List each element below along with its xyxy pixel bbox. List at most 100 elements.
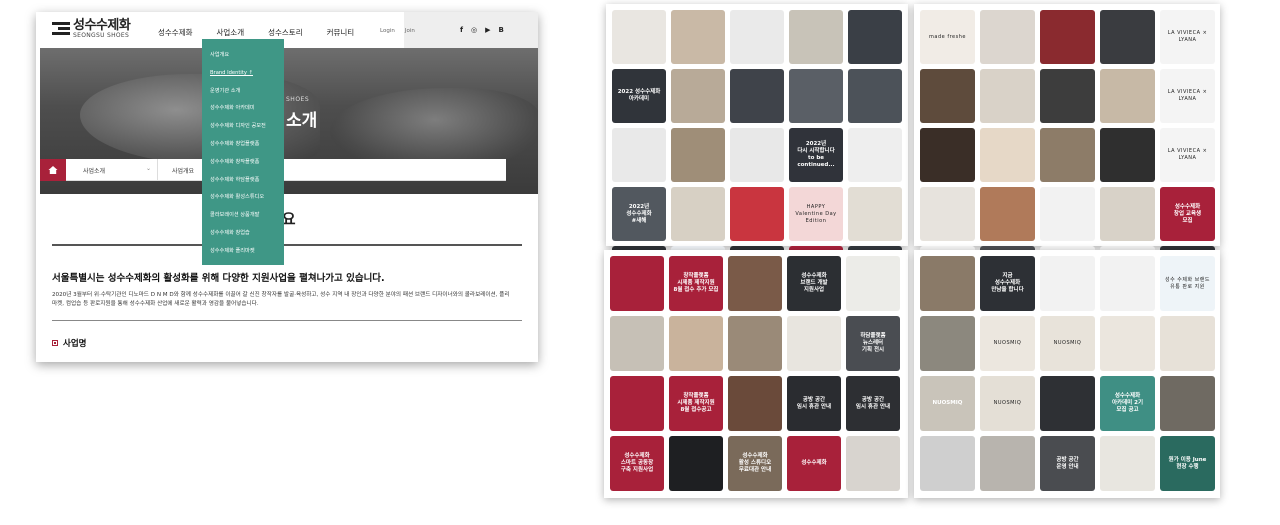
- post-thumbnail[interactable]: [612, 128, 666, 182]
- post-thumbnail[interactable]: LA VIVIECA × LYANA: [1160, 128, 1215, 182]
- site-logo[interactable]: 성수수제화 SEONGSU SHOES: [52, 19, 131, 39]
- post-thumbnail[interactable]: [980, 436, 1035, 491]
- post-thumbnail[interactable]: [848, 187, 902, 241]
- post-thumbnail[interactable]: [1040, 376, 1095, 431]
- post-thumbnail[interactable]: [730, 187, 784, 241]
- post-thumbnail[interactable]: 지금 성수수제화 만남을 합니다: [980, 256, 1035, 311]
- post-thumbnail[interactable]: LA VIVIECA × LYANA: [1160, 69, 1215, 123]
- post-thumbnail[interactable]: 성수 수제화 브랜드 유통 판로 지원: [1160, 256, 1215, 311]
- nav-item-story[interactable]: 성수스토리: [268, 27, 303, 38]
- post-thumbnail[interactable]: [610, 256, 664, 311]
- nav-item-seongsu[interactable]: 성수수제화: [158, 27, 193, 38]
- post-thumbnail[interactable]: [612, 10, 666, 64]
- post-thumbnail[interactable]: [669, 316, 723, 371]
- post-thumbnail[interactable]: NUOSMIQ: [980, 376, 1035, 431]
- post-thumbnail[interactable]: [1040, 187, 1095, 241]
- post-thumbnail[interactable]: [920, 69, 975, 123]
- dropdown-item[interactable]: 성수수제화 하담플랫폼: [202, 172, 284, 190]
- post-thumbnail[interactable]: NUOSMIQ: [1040, 316, 1095, 371]
- post-thumbnail[interactable]: [671, 69, 725, 123]
- dropdown-item[interactable]: 성수수제화 창작플랫폼: [202, 154, 284, 172]
- post-thumbnail[interactable]: [789, 10, 843, 64]
- dropdown-item[interactable]: 성수수제화 디자인 공모전: [202, 118, 284, 136]
- post-thumbnail[interactable]: [1040, 10, 1095, 64]
- post-thumbnail[interactable]: [1040, 69, 1095, 123]
- post-thumbnail[interactable]: [671, 10, 725, 64]
- dropdown-item[interactable]: 성수수제화 활성스튜디오: [202, 189, 284, 207]
- dropdown-item[interactable]: 성수수제화 플리마켓: [202, 243, 284, 261]
- post-thumbnail[interactable]: 공방 공간 임시 휴관 안내: [787, 376, 841, 431]
- post-thumbnail[interactable]: 성수수제화 브랜드 개발 지원사업: [787, 256, 841, 311]
- dropdown-item[interactable]: 운영기관 소개: [202, 83, 284, 101]
- post-thumbnail[interactable]: [1100, 10, 1155, 64]
- post-thumbnail[interactable]: [728, 376, 782, 431]
- post-thumbnail[interactable]: [920, 436, 975, 491]
- post-thumbnail[interactable]: [848, 128, 902, 182]
- post-thumbnail[interactable]: [1100, 69, 1155, 123]
- dropdown-item[interactable]: 콜라보레이션 상품개발: [202, 207, 284, 225]
- facebook-icon[interactable]: f: [460, 26, 463, 34]
- dropdown-item[interactable]: 성수수제화 창업플랫폼: [202, 136, 284, 154]
- post-thumbnail[interactable]: made freshe: [920, 10, 975, 64]
- post-thumbnail[interactable]: [1160, 376, 1215, 431]
- post-thumbnail[interactable]: [1100, 256, 1155, 311]
- post-thumbnail[interactable]: [610, 376, 664, 431]
- post-thumbnail[interactable]: [671, 187, 725, 241]
- post-thumbnail[interactable]: 성수수제화 스마트 공동장 구축 지원사업: [610, 436, 664, 491]
- depth1-select[interactable]: 사업소개 ⌄: [66, 159, 158, 181]
- post-thumbnail[interactable]: HAPPY Valentine Day Edition: [789, 187, 843, 241]
- post-thumbnail[interactable]: [730, 69, 784, 123]
- post-thumbnail[interactable]: 2022년 다시 시작합니다 to be continued...: [789, 128, 843, 182]
- post-thumbnail[interactable]: [980, 128, 1035, 182]
- post-thumbnail[interactable]: 창작플랫폼 시제품 제작지원 8월 접수공고: [669, 376, 723, 431]
- post-thumbnail[interactable]: [1040, 256, 1095, 311]
- post-thumbnail[interactable]: [980, 10, 1035, 64]
- post-thumbnail[interactable]: [846, 256, 900, 311]
- post-thumbnail[interactable]: [1160, 316, 1215, 371]
- post-thumbnail[interactable]: [1100, 316, 1155, 371]
- post-thumbnail[interactable]: 공방 공간 임시 휴관 안내: [846, 376, 900, 431]
- post-thumbnail[interactable]: 성수수제화 활성 스튜디오 무료대관 안내: [728, 436, 782, 491]
- post-thumbnail[interactable]: [728, 256, 782, 311]
- post-thumbnail[interactable]: 성수수제화: [787, 436, 841, 491]
- post-thumbnail[interactable]: [920, 187, 975, 241]
- login-link[interactable]: Login: [380, 28, 395, 34]
- depth2-select[interactable]: 사업개요: [158, 159, 194, 180]
- post-thumbnail[interactable]: [1040, 128, 1095, 182]
- dropdown-item[interactable]: 사업개요: [202, 47, 284, 65]
- join-link[interactable]: Join: [405, 28, 415, 34]
- post-thumbnail[interactable]: [980, 187, 1035, 241]
- nav-item-business[interactable]: 사업소개: [217, 27, 245, 38]
- post-thumbnail[interactable]: [787, 316, 841, 371]
- post-thumbnail[interactable]: [789, 69, 843, 123]
- post-thumbnail[interactable]: [671, 128, 725, 182]
- post-thumbnail[interactable]: [848, 69, 902, 123]
- post-thumbnail[interactable]: [730, 10, 784, 64]
- post-thumbnail[interactable]: [920, 256, 975, 311]
- post-thumbnail[interactable]: [846, 436, 900, 491]
- post-thumbnail[interactable]: [1100, 436, 1155, 491]
- post-thumbnail[interactable]: 2022년 성수수제화 #새해: [612, 187, 666, 241]
- post-thumbnail[interactable]: 하담플랫폼 뉴스레터 기획 전시: [846, 316, 900, 371]
- youtube-icon[interactable]: ▶: [485, 26, 490, 34]
- dropdown-item[interactable]: 성수수제화 창업습: [202, 225, 284, 243]
- blog-icon[interactable]: B: [499, 26, 504, 34]
- post-thumbnail[interactable]: 성수수제화 창업 교육생 모집: [1160, 187, 1215, 241]
- post-thumbnail[interactable]: 성수수제화 아카데미 2기 모집 공고: [1100, 376, 1155, 431]
- post-thumbnail[interactable]: LA VIVIECA × LYANA: [1160, 10, 1215, 64]
- post-thumbnail[interactable]: [1100, 128, 1155, 182]
- post-thumbnail[interactable]: [920, 128, 975, 182]
- post-thumbnail[interactable]: [728, 316, 782, 371]
- post-thumbnail[interactable]: NUOSMIQ: [920, 376, 975, 431]
- post-thumbnail[interactable]: 2022 성수수제화 아카데미: [612, 69, 666, 123]
- home-button[interactable]: [40, 159, 66, 181]
- post-thumbnail[interactable]: [848, 10, 902, 64]
- dropdown-item[interactable]: 성수수제화 아카데미: [202, 100, 284, 118]
- instagram-icon[interactable]: ◎: [471, 26, 477, 34]
- post-thumbnail[interactable]: [730, 128, 784, 182]
- post-thumbnail[interactable]: [920, 316, 975, 371]
- dropdown-item-active[interactable]: Brand Identity ↑: [202, 65, 284, 83]
- post-thumbnail[interactable]: 창작플랫폼 시제품 제작지원 8월 접수 추가 모집: [669, 256, 723, 311]
- post-thumbnail[interactable]: [980, 69, 1035, 123]
- post-thumbnail[interactable]: NUOSMIQ: [980, 316, 1035, 371]
